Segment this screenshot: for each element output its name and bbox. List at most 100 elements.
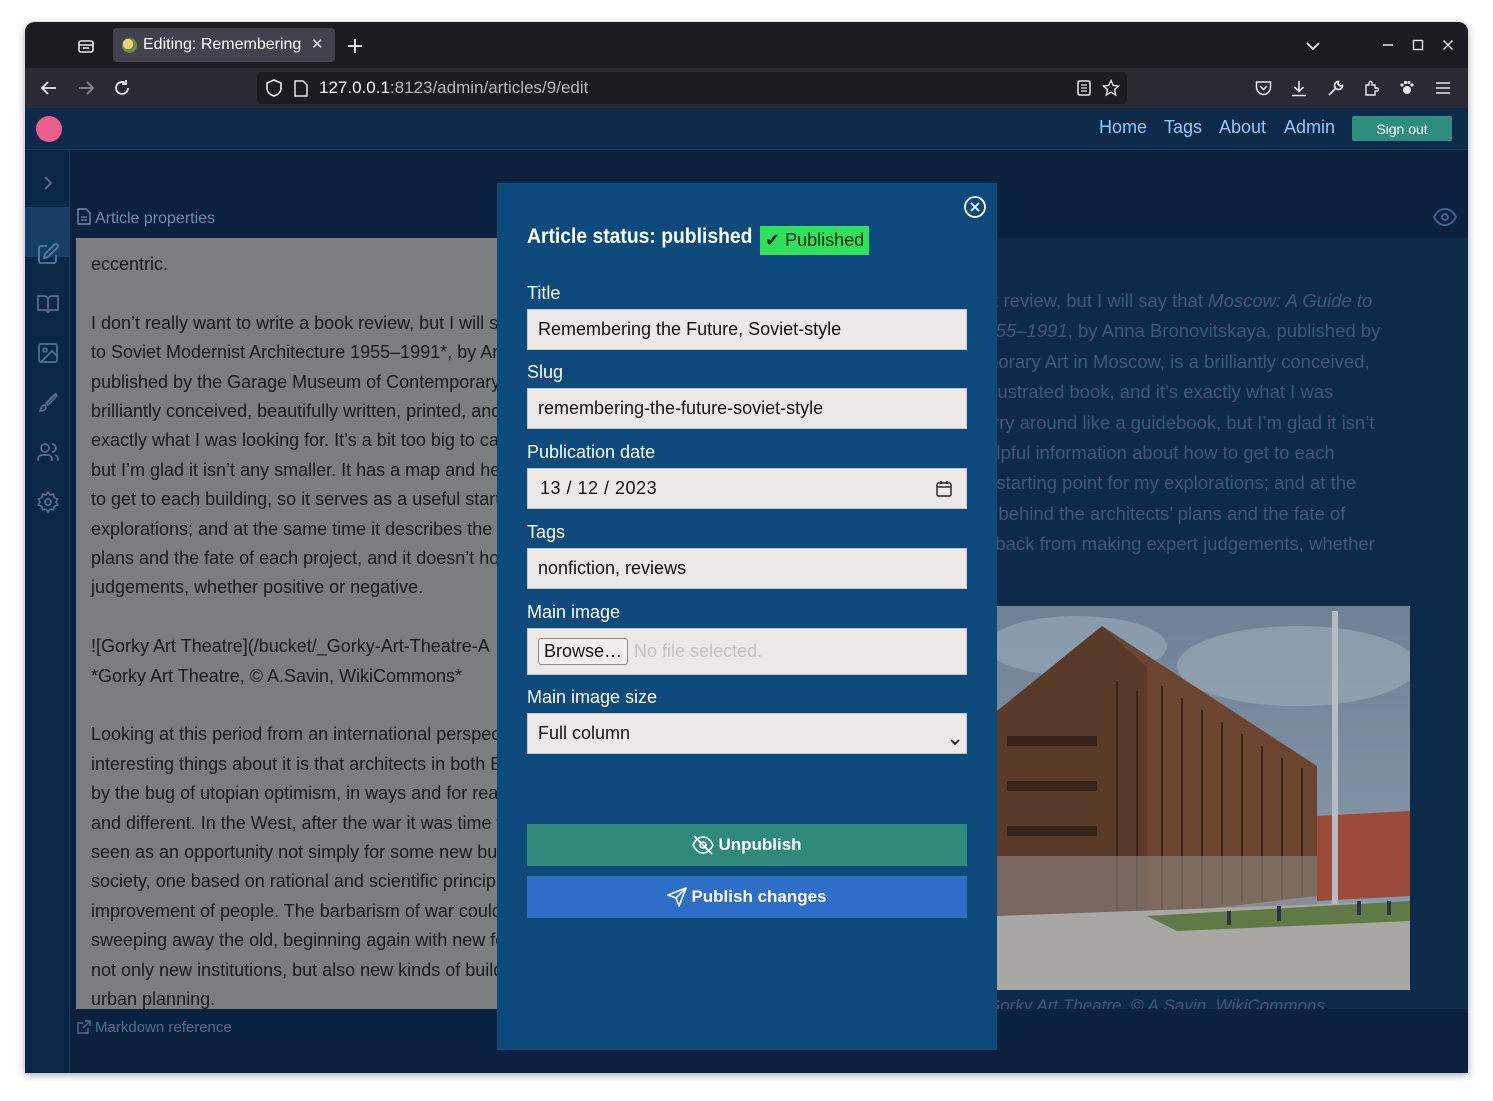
calendar-icon[interactable] <box>936 480 952 502</box>
wrench-icon[interactable] <box>1323 76 1347 100</box>
browser-window: Editing: Remembering ✕ + 127.0.0.1:8123/… <box>25 22 1468 1073</box>
editor-line: Looking at this period from an internati… <box>91 724 498 745</box>
close-circle-icon[interactable] <box>963 195 987 219</box>
gorky-theatre-photo <box>997 606 1410 990</box>
publication-date-label: Publication date <box>527 442 656 462</box>
editor-line: and different. In the West, after the wa… <box>91 812 498 833</box>
image-size-value: Full column <box>538 723 631 743</box>
main-image-label: Main image <box>527 602 621 622</box>
preview-line: the Garage Museum of Contemporary Art in… <box>997 350 1370 372</box>
tags-label: Tags <box>527 522 566 542</box>
slug-input[interactable]: remembering-the-future-soviet-style <box>527 388 967 429</box>
editor-line: sweeping away the old, beginning again w… <box>91 930 498 951</box>
preview-body: I don’t really want to write a book revi… <box>997 286 1468 560</box>
markdown-reference-link[interactable]: Markdown reference <box>77 1019 232 1038</box>
pocket-icon[interactable] <box>1251 76 1275 100</box>
editor-line: published by the Garage Museum of Contem… <box>91 371 498 392</box>
users-icon[interactable] <box>33 437 62 466</box>
tab-overview-icon[interactable] <box>75 35 97 57</box>
main-image-size-select[interactable]: Full column <box>527 713 967 754</box>
close-window-icon[interactable] <box>1437 34 1459 56</box>
publication-date-input[interactable]: 13 / 12 / 2023 <box>527 468 967 509</box>
tab-list-chevron-icon[interactable] <box>1301 34 1325 58</box>
image-icon[interactable] <box>33 338 62 367</box>
page-info-icon[interactable] <box>290 77 312 99</box>
reload-icon[interactable] <box>110 76 134 100</box>
no-file-selected-text: No file selected. <box>634 641 763 661</box>
editor-paragraph: eccentric. <box>91 250 498 279</box>
editor-line: ![Gorky Art Theatre](/bucket/_Gorky-Art-… <box>91 636 490 657</box>
publish-changes-button[interactable]: Publish changes <box>527 876 967 918</box>
forward-arrow-icon[interactable] <box>74 76 98 100</box>
app-root: Home Tags About Admin Sign out Article p… <box>25 108 1468 1073</box>
site-favicon-icon <box>122 38 137 53</box>
editor-line: I don’t really want to write a book revi… <box>91 312 498 333</box>
article-status-title: Article status: published <box>527 225 753 248</box>
bookmark-star-icon[interactable] <box>1100 77 1122 99</box>
url-text[interactable]: 127.0.0.1:8123/admin/articles/9/edit <box>319 78 588 98</box>
back-arrow-icon[interactable] <box>37 76 61 100</box>
shield-icon[interactable] <box>263 77 285 99</box>
editor-line: plans and the fate of each project, and … <box>91 548 498 569</box>
title-label: Title <box>527 283 561 303</box>
nav-tags[interactable]: Tags <box>1164 117 1202 138</box>
tab-close-icon[interactable]: ✕ <box>311 35 324 53</box>
editor-line: brilliantly conceived, beautifully writt… <box>91 401 498 422</box>
settings-gear-icon[interactable] <box>33 487 62 516</box>
tab-bar: Editing: Remembering ✕ + <box>25 22 1468 68</box>
site-logo[interactable] <box>36 116 62 142</box>
date-value: 13 / 12 / 2023 <box>540 478 658 498</box>
hamburger-menu-icon[interactable] <box>1431 76 1455 100</box>
preview-line: building, so it serves as a useful start… <box>997 472 1357 494</box>
preview-line: beautifully written, printed, and illust… <box>997 381 1334 403</box>
extension-paw-icon[interactable] <box>1395 76 1419 100</box>
preview-line: Soviet Modernist Architecture 1955–1991,… <box>997 320 1381 342</box>
preview-line: same time it describes the ideas behind … <box>997 502 1346 524</box>
main-image-file-input[interactable]: Browse… No file selected. <box>527 628 967 675</box>
editor-line: by the bug of utopian optimism, in ways … <box>91 783 498 804</box>
maximize-icon[interactable] <box>1407 34 1429 56</box>
book-open-icon[interactable] <box>33 289 62 318</box>
article-properties-link[interactable]: Article properties <box>77 208 215 230</box>
nav-about[interactable]: About <box>1219 117 1266 138</box>
tab-active[interactable]: Editing: Remembering ✕ <box>113 28 335 62</box>
document-icon <box>77 208 91 230</box>
minimize-icon[interactable] <box>1377 34 1399 56</box>
article-status-modal: Article status: published ✔ Published Ti… <box>497 183 997 1050</box>
editor-line: not only new institutions, but also new … <box>91 959 498 980</box>
editor-line: but I’m glad it isn’t any smaller. It ha… <box>91 459 498 480</box>
unpublish-button[interactable]: Unpublish <box>527 824 967 866</box>
markdown-reference-label: Markdown reference <box>95 1019 232 1036</box>
browse-button[interactable]: Browse… <box>538 638 629 665</box>
extensions-icon[interactable] <box>1359 76 1383 100</box>
sign-out-button[interactable]: Sign out <box>1352 116 1452 141</box>
title-input[interactable]: Remembering the Future, Soviet-style <box>527 309 967 350</box>
edit-icon[interactable] <box>33 239 62 268</box>
markdown-editor[interactable]: eccentric. I don’t really want to write a… <box>76 238 498 1009</box>
tags-input[interactable]: nonfiction, reviews <box>527 548 967 589</box>
editor-line: to Soviet Modernist Architecture 1955–19… <box>91 342 498 363</box>
published-badge: ✔ Published <box>760 226 870 255</box>
eye-off-icon <box>692 835 715 855</box>
publish-label: Publish changes <box>691 887 827 906</box>
nav-admin[interactable]: Admin <box>1284 117 1335 138</box>
editor-line: urban planning. <box>91 989 216 1009</box>
preview-eye-icon[interactable] <box>1432 208 1458 230</box>
brush-icon[interactable] <box>33 388 62 417</box>
editor-paragraph: Looking at this period from an internati… <box>91 720 498 1009</box>
editor-line: to get to each building, so it serves as… <box>91 489 498 510</box>
preview-line: any smaller. It has a map and helpful in… <box>997 442 1335 464</box>
url-bar[interactable]: 127.0.0.1:8123/admin/articles/9/edit <box>257 72 1127 104</box>
editor-line: eccentric. <box>91 254 169 274</box>
unpublish-label: Unpublish <box>718 835 802 854</box>
editor-content[interactable]: eccentric. I don’t really want to write a… <box>91 250 498 1009</box>
preview-line: each project, and it doesn’t hold back f… <box>997 533 1375 555</box>
main-image-size-label: Main image size <box>527 687 658 707</box>
new-tab-icon[interactable]: + <box>343 34 367 59</box>
nav-home[interactable]: Home <box>1099 117 1147 138</box>
send-icon <box>667 887 688 907</box>
expand-chevron-icon[interactable] <box>33 168 62 197</box>
downloads-icon[interactable] <box>1287 76 1311 100</box>
reader-mode-icon[interactable] <box>1073 77 1095 99</box>
nav-toolbar: 127.0.0.1:8123/admin/articles/9/edit <box>25 68 1468 108</box>
